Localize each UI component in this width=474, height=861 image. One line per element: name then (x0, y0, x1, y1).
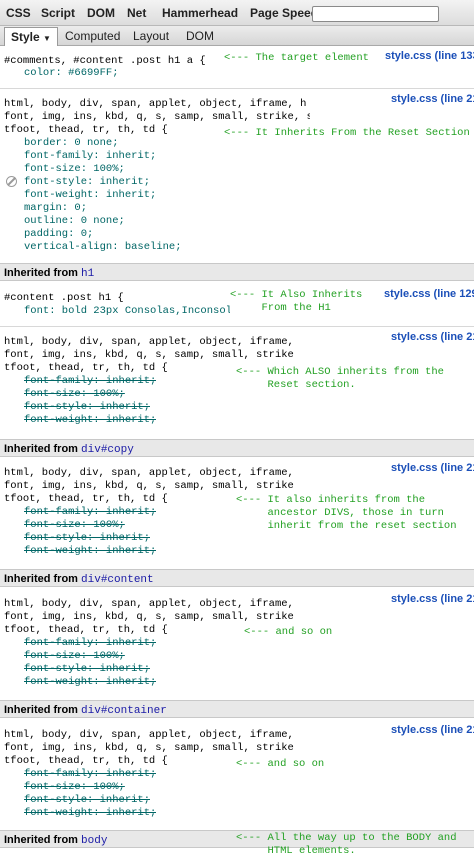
inherited-header: Inherited from div#content (0, 569, 474, 587)
source-link[interactable]: style.css (line 21) (391, 93, 474, 105)
overridden-declaration[interactable]: font-size: 100%; (24, 650, 125, 662)
inherited-label: Inherited from (4, 704, 78, 716)
source-link[interactable]: style.css (line 21) (391, 724, 474, 736)
tab-dom-panel[interactable]: DOM (186, 26, 214, 46)
rule-selector: font, img, ins, kbd, q, s, samp, small, … (4, 111, 310, 123)
css-declaration[interactable]: color: #6699FF; (24, 67, 119, 79)
rule-selector: tfoot, thead, tr, th, td { (4, 362, 168, 374)
annotation-note: <--- All the way up to the BODY and HTML… (236, 832, 457, 857)
inherited-label: Inherited from (4, 443, 78, 455)
search-input[interactable] (312, 6, 439, 22)
css-declaration[interactable]: vertical-align: baseline; (24, 241, 182, 253)
source-link[interactable]: style.css (line 21) (391, 593, 474, 605)
css-declaration[interactable]: font-size: 100%; (24, 163, 125, 175)
overridden-declaration[interactable]: font-weight: inherit; (24, 676, 156, 688)
annotation-note: <--- and so on (244, 626, 333, 638)
inherited-element-link[interactable]: div#copy (81, 444, 134, 456)
tab-css[interactable]: CSS (6, 6, 31, 20)
inherited-label: Inherited from (4, 267, 78, 279)
divider (0, 88, 474, 89)
rule-selector: #content .post h1 { (4, 292, 124, 304)
rule-selector: font, img, ins, kbd, q, s, samp, small, … (4, 480, 294, 492)
rule-selector: tfoot, thead, tr, th, td { (4, 493, 168, 505)
annotation-note: <--- Which ALSO inherits from the Reset … (236, 366, 444, 391)
inherited-header: Inherited from div#copy (0, 439, 474, 457)
css-declaration[interactable]: margin: 0; (24, 202, 87, 214)
rule-selector: tfoot, thead, tr, th, td { (4, 624, 168, 636)
css-declaration[interactable]: font-weight: inherit; (24, 189, 156, 201)
rule-selector: tfoot, thead, tr, th, td { (4, 124, 168, 136)
overridden-declaration[interactable]: font-style: inherit; (24, 532, 150, 544)
chevron-down-icon: ▼ (43, 34, 51, 43)
tab-hammerhead[interactable]: Hammerhead (162, 6, 238, 20)
overridden-declaration[interactable]: font-family: inherit; (24, 375, 156, 387)
inherited-element-link[interactable]: div#content (81, 574, 154, 586)
tab-layout[interactable]: Layout (133, 26, 169, 46)
tab-dom[interactable]: DOM (87, 6, 115, 20)
annotation-note: <--- and so on (236, 758, 325, 770)
css-declaration[interactable]: font-style: inherit; (24, 176, 150, 188)
rule-selector: font, img, ins, kbd, q, s, samp, small, … (4, 611, 294, 623)
inherited-header: Inherited from h1 (0, 263, 474, 281)
css-declaration[interactable]: font-family: inherit; (24, 150, 156, 162)
annotation-note: <--- It also inherits from the ancestor … (236, 494, 457, 532)
tab-style-label: Style (11, 30, 40, 44)
overridden-declaration[interactable]: font-style: inherit; (24, 794, 150, 806)
overridden-declaration[interactable]: font-style: inherit; (24, 663, 150, 675)
rule-selector: font, img, ins, kbd, q, s, samp, small, … (4, 742, 294, 754)
overridden-declaration[interactable]: font-size: 100%; (24, 519, 125, 531)
overridden-declaration[interactable]: font-style: inherit; (24, 401, 150, 413)
overridden-declaration[interactable]: font-family: inherit; (24, 637, 156, 649)
tab-net[interactable]: Net (127, 6, 146, 20)
divider (0, 326, 474, 327)
annotation-note: <--- The target element (224, 52, 369, 64)
css-declaration[interactable]: padding: 0; (24, 228, 93, 240)
rule-selector: #comments, #content .post h1 a { (4, 55, 206, 67)
rule-selector: font, img, ins, kbd, q, s, samp, small, … (4, 349, 294, 361)
source-link[interactable]: style.css (line 1290) (384, 288, 474, 300)
rule-selector: tfoot, thead, tr, th, td { (4, 755, 168, 767)
tab-page-speed[interactable]: Page Speed (250, 6, 318, 20)
inherited-element-link[interactable]: body (81, 835, 107, 847)
overridden-declaration[interactable]: font-weight: inherit; (24, 545, 156, 557)
overridden-declaration[interactable]: font-size: 100%; (24, 781, 125, 793)
css-declaration[interactable]: outline: 0 none; (24, 215, 125, 227)
inherited-header: Inherited from div#container (0, 700, 474, 718)
source-link[interactable]: style.css (line 21) (391, 331, 474, 343)
disable-rule-icon[interactable] (6, 176, 17, 187)
annotation-note: <--- It Inherits From the Reset Section (224, 127, 470, 139)
css-declaration[interactable]: border: 0 none; (24, 137, 119, 149)
rule-selector: html, body, div, span, applet, object, i… (4, 467, 294, 479)
annotation-note: <--- It Also Inherits From the H1 (230, 289, 363, 315)
firebug-toolbar: CSS Script DOM Net Hammerhead Page Speed (0, 0, 474, 26)
rule-selector: html, body, div, span, applet, object, i… (4, 598, 294, 610)
tab-script[interactable]: Script (41, 6, 75, 20)
rule-selector: html, body, div, span, applet, object, i… (4, 336, 294, 348)
overridden-declaration[interactable]: font-size: 100%; (24, 388, 125, 400)
side-panel-tabs: Style ▼ Computed Layout DOM (0, 26, 474, 46)
rule-selector: html, body, div, span, applet, object, i… (4, 98, 307, 110)
overridden-declaration[interactable]: font-family: inherit; (24, 768, 156, 780)
inherited-element-link[interactable]: div#container (81, 705, 167, 717)
inherited-label: Inherited from (4, 573, 78, 585)
source-link[interactable]: style.css (line 21) (391, 462, 474, 474)
tab-style[interactable]: Style ▼ (4, 27, 58, 46)
inherited-label: Inherited from (4, 834, 78, 846)
overridden-declaration[interactable]: font-weight: inherit; (24, 414, 156, 426)
rule-selector: html, body, div, span, applet, object, i… (4, 729, 294, 741)
overridden-declaration[interactable]: font-weight: inherit; (24, 807, 156, 819)
tab-computed[interactable]: Computed (65, 26, 120, 46)
inherited-element-link[interactable]: h1 (81, 268, 94, 280)
source-link[interactable]: style.css (line 133) (385, 50, 474, 62)
overridden-declaration[interactable]: font-family: inherit; (24, 506, 156, 518)
